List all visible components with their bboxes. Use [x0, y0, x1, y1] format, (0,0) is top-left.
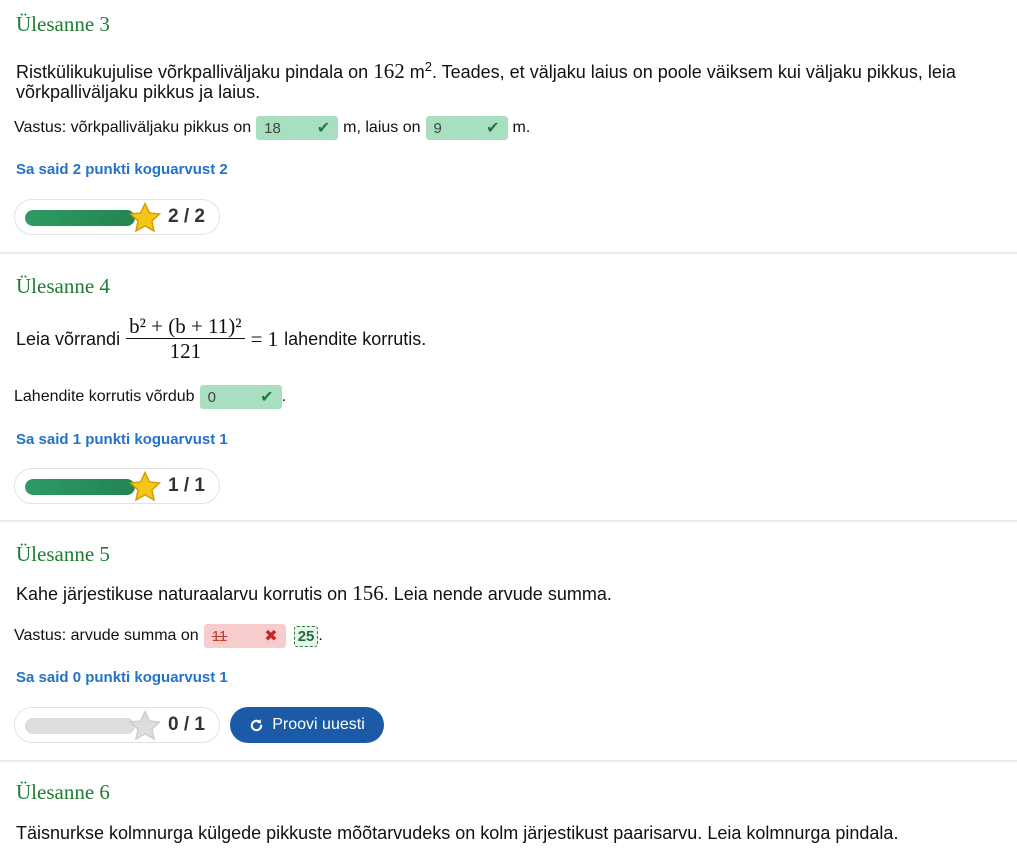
task-4: Ülesanne 4 Leia võrrandi b² + (b + 11)² … — [0, 254, 1017, 522]
question-text: Ristkülikukujulise võrkpalliväljaku pind… — [16, 62, 369, 82]
question-text-cont: . Leia nende arvude summa. — [383, 584, 612, 604]
answer-suffix: . — [318, 627, 323, 644]
progress-fill — [25, 210, 135, 226]
equation-fraction: b² + (b + 11)² 121 — [126, 316, 245, 363]
check-icon: ✔ — [486, 120, 500, 137]
question-text: Leia võrrandi — [16, 328, 121, 349]
task-3: Ülesanne 3 Ristkülikukujulise võrkpalliv… — [0, 0, 1017, 254]
score-pill: 2 / 2 — [14, 199, 220, 235]
fraction-numerator: b² + (b + 11)² — [126, 316, 245, 339]
product-answer-field[interactable]: 0 ✔ — [199, 385, 282, 409]
question-unit-exponent: 2 — [424, 59, 432, 74]
star-icon — [128, 709, 162, 741]
task-title: Ülesanne 3 — [16, 12, 110, 36]
field-value: 11 — [211, 627, 228, 645]
answer-suffix: m. — [512, 119, 531, 136]
retry-label: Proovi uuesti — [272, 716, 365, 733]
field-value: 9 — [433, 119, 442, 137]
star-icon — [128, 470, 162, 502]
fraction-denominator: 121 — [169, 339, 202, 363]
task-title: Ülesanne 4 — [16, 274, 110, 298]
score-value: 0 / 1 — [168, 714, 205, 735]
sum-answer-field[interactable]: 11 ✖ — [203, 624, 286, 648]
question-text: Kahe järjestikuse naturaalarvu korrutis … — [16, 584, 348, 604]
question-text-line2: võrkpalliväljaku pikkus ja laius. — [16, 82, 261, 102]
task-question: Täisnurkse kolmnurga külgede pikkuste mõ… — [16, 823, 899, 843]
answer-suffix: . — [281, 388, 287, 405]
cross-icon: ✖ — [264, 628, 278, 645]
task-question: Ristkülikukujulise võrkpalliväljaku pind… — [16, 57, 996, 102]
progress-fill — [25, 479, 135, 495]
question-number: 156 — [352, 581, 384, 605]
answer-line: Vastus: võrkpalliväljaku pikkus on 18 ✔ … — [14, 116, 530, 140]
answer-prefix: Lahendite korrutis võrdub — [14, 388, 195, 405]
field-value: 0 — [207, 388, 216, 406]
question-text-cont: . Teades, et väljaku laius on poole väik… — [431, 62, 956, 82]
equation-equals: = 1 — [250, 326, 279, 351]
task-6: Ülesanne 6 Täisnurkse kolmnurga külgede … — [0, 762, 1017, 859]
check-icon: ✔ — [316, 120, 331, 137]
task-title: Ülesanne 6 — [16, 780, 110, 804]
answer-line: Vastus: arvude summa on 11 ✖ 25 . — [14, 624, 323, 648]
progress-bar — [25, 210, 135, 226]
length-answer-field[interactable]: 18 ✔ — [256, 116, 339, 140]
refresh-icon — [251, 718, 263, 731]
answer-prefix: Vastus: arvude summa on — [14, 627, 199, 644]
check-icon: ✔ — [260, 389, 274, 406]
score-value: 1 / 1 — [168, 475, 205, 496]
score-text: Sa said 0 punkti koguarvust 1 — [16, 669, 228, 686]
star-icon — [128, 201, 162, 233]
score-pill: 0 / 1 — [14, 707, 220, 743]
progress-bar — [25, 718, 135, 734]
answer-prefix: Vastus: võrkpalliväljaku pikkus on — [14, 119, 252, 136]
score-text: Sa said 2 punkti koguarvust 2 — [16, 161, 228, 178]
correct-answer-hint: 25 — [293, 625, 319, 647]
task-title: Ülesanne 5 — [16, 542, 110, 566]
task-question: Leia võrrandi b² + (b + 11)² 121 = 1 lah… — [16, 316, 427, 363]
width-answer-field[interactable]: 9 ✔ — [425, 116, 508, 140]
task-question: Kahe järjestikuse naturaalarvu korrutis … — [16, 581, 612, 605]
field-value: 18 — [264, 119, 281, 137]
retry-button[interactable]: Proovi uuesti — [230, 707, 384, 743]
question-text-cont: lahendite korrutis. — [284, 328, 427, 349]
score-value: 2 / 2 — [168, 206, 205, 227]
answer-mid: m, laius on — [343, 119, 421, 136]
question-number: 162 — [373, 59, 405, 83]
score-pill: 1 / 1 — [14, 468, 220, 504]
answer-line: Lahendite korrutis võrdub 0 ✔ . — [14, 385, 286, 409]
question-unit: m — [409, 62, 425, 82]
score-text: Sa said 1 punkti koguarvust 1 — [16, 431, 228, 448]
task-5: Ülesanne 5 Kahe järjestikuse naturaalarv… — [0, 522, 1017, 762]
progress-bar — [25, 479, 135, 495]
